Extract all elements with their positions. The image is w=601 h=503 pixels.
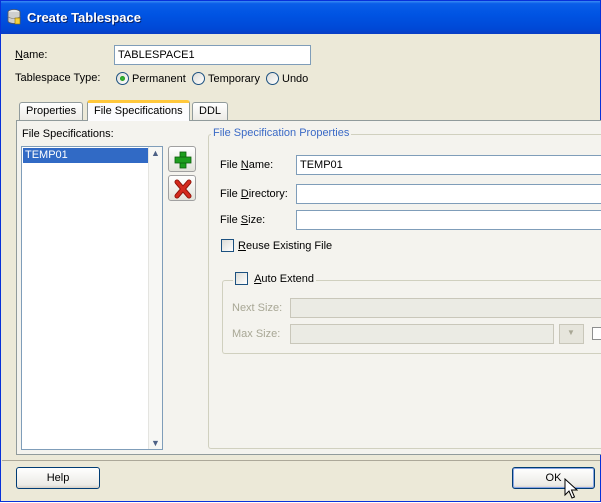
next-size-input[interactable] bbox=[290, 298, 601, 318]
reuse-existing-file-label[interactable]: Reuse Existing File bbox=[238, 240, 332, 252]
file-spec-properties-title: File Specification Properties bbox=[211, 127, 352, 139]
max-size-input[interactable] bbox=[290, 324, 554, 344]
ok-button[interactable]: OK bbox=[512, 467, 595, 489]
temporary-radio[interactable] bbox=[192, 72, 205, 85]
file-specifications-label: File Specifications: bbox=[22, 128, 114, 140]
file-directory-label: File Directory: bbox=[220, 188, 288, 200]
max-size-label: Max Size: bbox=[232, 328, 281, 340]
file-directory-input[interactable] bbox=[296, 184, 601, 204]
auto-extend-label[interactable]: Auto Extend bbox=[254, 273, 314, 285]
list-scrollbar[interactable]: ▲ ▼ bbox=[148, 147, 162, 449]
tablespace-type-label: Tablespace Type: bbox=[15, 72, 101, 84]
file-specifications-list[interactable]: TEMP01 ▲ ▼ bbox=[21, 146, 163, 450]
file-size-input[interactable] bbox=[296, 210, 601, 230]
file-size-label: File Size: bbox=[220, 214, 266, 226]
help-button-label: Help bbox=[46, 472, 70, 484]
undo-radio[interactable] bbox=[266, 72, 279, 85]
scroll-down-icon[interactable]: ▼ bbox=[151, 438, 160, 448]
file-name-label: File Name: bbox=[220, 159, 274, 171]
tab-properties[interactable]: Properties bbox=[19, 102, 84, 120]
title-bar[interactable]: Create Tablespace bbox=[1, 1, 600, 34]
database-icon bbox=[7, 9, 21, 25]
scroll-up-icon[interactable]: ▲ bbox=[151, 148, 160, 158]
permanent-radio[interactable] bbox=[116, 72, 129, 85]
create-tablespace-dialog: Create Tablespace Name: TABLESPACE1 Tabl… bbox=[0, 0, 601, 502]
undo-radio-label[interactable]: Undo bbox=[282, 73, 308, 85]
tab-file-specifications[interactable]: File Specifications bbox=[87, 100, 190, 121]
ok-button-label: OK bbox=[545, 472, 562, 484]
name-input[interactable]: TABLESPACE1 bbox=[114, 45, 311, 65]
delete-x-icon bbox=[169, 179, 197, 205]
tab-ddl[interactable]: DDL bbox=[192, 102, 229, 120]
window-title: Create Tablespace bbox=[27, 10, 141, 25]
file-name-input[interactable]: TEMP01 bbox=[296, 155, 601, 175]
permanent-radio-label[interactable]: Permanent bbox=[132, 73, 186, 85]
temporary-radio-label[interactable]: Temporary bbox=[208, 73, 260, 85]
max-size-unit-dropdown[interactable]: ▼ bbox=[559, 324, 584, 344]
help-button[interactable]: Help bbox=[16, 467, 100, 489]
add-file-button[interactable] bbox=[168, 146, 196, 172]
unlimited-checkbox[interactable] bbox=[592, 327, 601, 340]
chevron-down-icon: ▼ bbox=[567, 328, 575, 337]
mouse-cursor-icon bbox=[564, 477, 579, 503]
auto-extend-checkbox[interactable] bbox=[235, 272, 248, 285]
next-size-label: Next Size: bbox=[232, 302, 283, 314]
list-item[interactable]: TEMP01 bbox=[23, 148, 149, 163]
divider bbox=[2, 460, 600, 461]
name-label: Name: bbox=[15, 49, 48, 61]
auto-extend-title: Auto Extend bbox=[233, 272, 316, 286]
remove-file-button[interactable] bbox=[168, 175, 196, 201]
reuse-existing-file-checkbox[interactable] bbox=[221, 239, 234, 252]
